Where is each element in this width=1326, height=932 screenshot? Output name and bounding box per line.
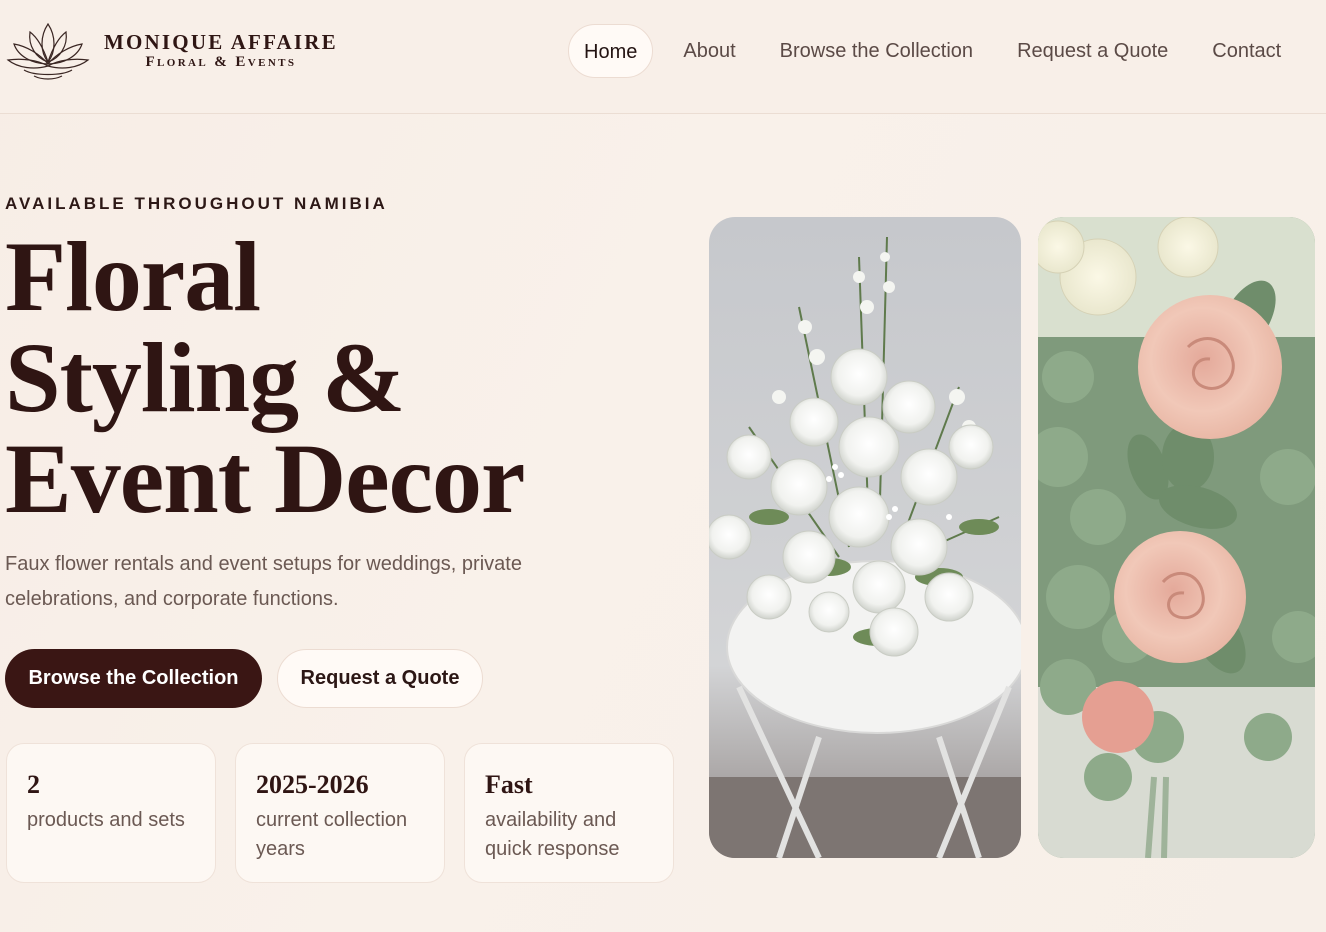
lotus-icon xyxy=(6,22,90,80)
headline-line-1: Floral xyxy=(5,221,261,332)
photo-white-arrangement xyxy=(709,217,1021,858)
hero-eyebrow: AVAILABLE THROUGHOUT NAMIBIA xyxy=(5,194,388,213)
stat-label: current collection years xyxy=(256,809,408,860)
stat-label: products and sets xyxy=(27,809,185,831)
nav-request-quote[interactable]: Request a Quote xyxy=(1003,24,1182,78)
site-header: MONIQUE AFFAIRE Floral & Events Home Abo… xyxy=(0,0,1326,114)
stat-card-years: 2025-2026 current collection years xyxy=(235,743,445,883)
hero-headline: Floral Styling & Event Decor xyxy=(5,226,645,529)
nav-home[interactable]: Home xyxy=(568,24,654,78)
stat-value: Fast xyxy=(485,770,533,799)
brand-logo[interactable]: MONIQUE AFFAIRE Floral & Events xyxy=(4,18,338,84)
stat-label: availability and quick response xyxy=(485,809,620,860)
request-quote-button[interactable]: Request a Quote xyxy=(277,649,483,708)
nav-about[interactable]: About xyxy=(669,24,749,78)
brand-subtitle: Floral & Events xyxy=(145,54,297,70)
headline-line-2: Styling & xyxy=(5,322,405,433)
stat-value: 2 xyxy=(27,770,40,799)
brand-wordmark: MONIQUE AFFAIRE Floral & Events xyxy=(104,31,338,71)
stat-card-products: 2 products and sets xyxy=(6,743,216,883)
stat-value: 2025-2026 xyxy=(256,770,369,799)
nav-contact[interactable]: Contact xyxy=(1198,24,1295,78)
headline-line-3: Event Decor xyxy=(5,423,525,534)
photo-blush-roses xyxy=(1038,217,1315,858)
brand-name: MONIQUE AFFAIRE xyxy=(104,30,338,54)
nav-browse-collection[interactable]: Browse the Collection xyxy=(766,24,987,78)
white-arrangement-image xyxy=(709,217,1021,858)
browse-collection-button[interactable]: Browse the Collection xyxy=(5,649,262,708)
main-nav: Home About Browse the Collection Request… xyxy=(568,24,1295,78)
blush-roses-image xyxy=(1038,217,1315,858)
hero-description: Faux flower rentals and event setups for… xyxy=(5,553,522,610)
stat-card-response: Fast availability and quick response xyxy=(464,743,674,883)
